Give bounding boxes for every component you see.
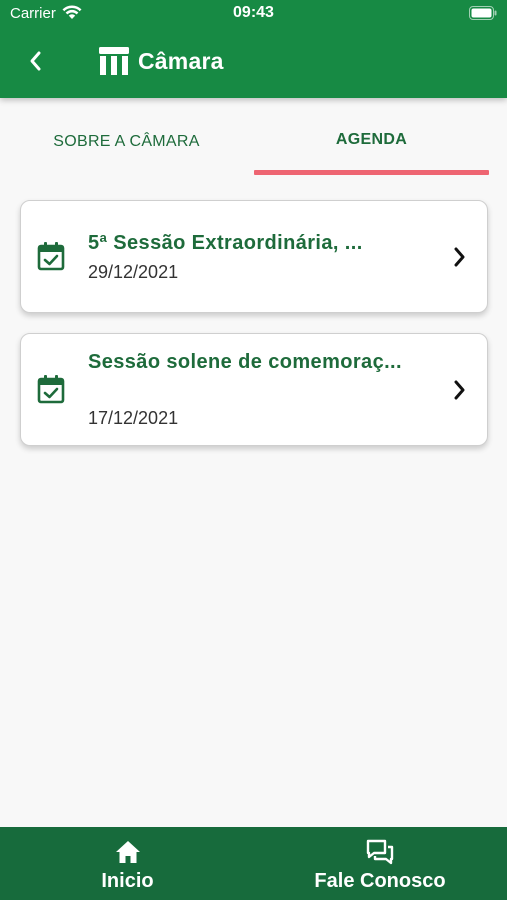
chevron-right-icon — [454, 380, 465, 400]
page-title: Câmara — [138, 47, 224, 74]
nav-item-fale-conosco[interactable]: Fale Conosco — [290, 827, 470, 900]
back-button[interactable] — [18, 44, 52, 78]
agenda-card[interactable]: Sessão solene de comemoraç... 17/12/2021 — [20, 333, 488, 446]
calendar-check-icon — [37, 375, 65, 404]
agenda-card-date: 29/12/2021 — [88, 262, 179, 282]
calendar-check-icon — [37, 242, 65, 271]
chat-bubbles-icon — [366, 839, 394, 865]
agenda-card-date: 17/12/2021 — [88, 408, 179, 428]
nav-label-fale-conosco: Fale Conosco — [314, 870, 446, 892]
clock-time: 09:43 — [233, 4, 274, 21]
tab-agenda[interactable]: AGENDA — [254, 98, 489, 176]
app-header: Carrier 09:43 Câmara — [0, 0, 507, 98]
chevron-left-icon — [30, 51, 41, 71]
chevron-right-icon — [454, 247, 465, 267]
active-tab-indicator — [254, 170, 489, 175]
agenda-card-title: Sessão solene de comemoraç... — [88, 351, 402, 373]
battery-icon — [469, 6, 497, 20]
status-bar: Carrier 09:43 — [0, 0, 507, 30]
building-columns-icon — [99, 47, 129, 75]
agenda-card[interactable]: 5ª Sessão Extraordinária, ... 29/12/2021 — [20, 200, 488, 313]
bottom-navigation: Inicio Fale Conosco — [0, 827, 507, 900]
tab-sobre-a-camara[interactable]: SOBRE A CÂMARA — [0, 98, 253, 176]
nav-item-inicio[interactable]: Inicio — [70, 827, 185, 900]
nav-label-inicio: Inicio — [101, 870, 154, 892]
tab-bar: SOBRE A CÂMARA AGENDA — [0, 98, 507, 176]
home-icon — [115, 841, 140, 863]
agenda-card-title: 5ª Sessão Extraordinária, ... — [88, 232, 363, 254]
page-title-group: Câmara — [98, 45, 224, 77]
